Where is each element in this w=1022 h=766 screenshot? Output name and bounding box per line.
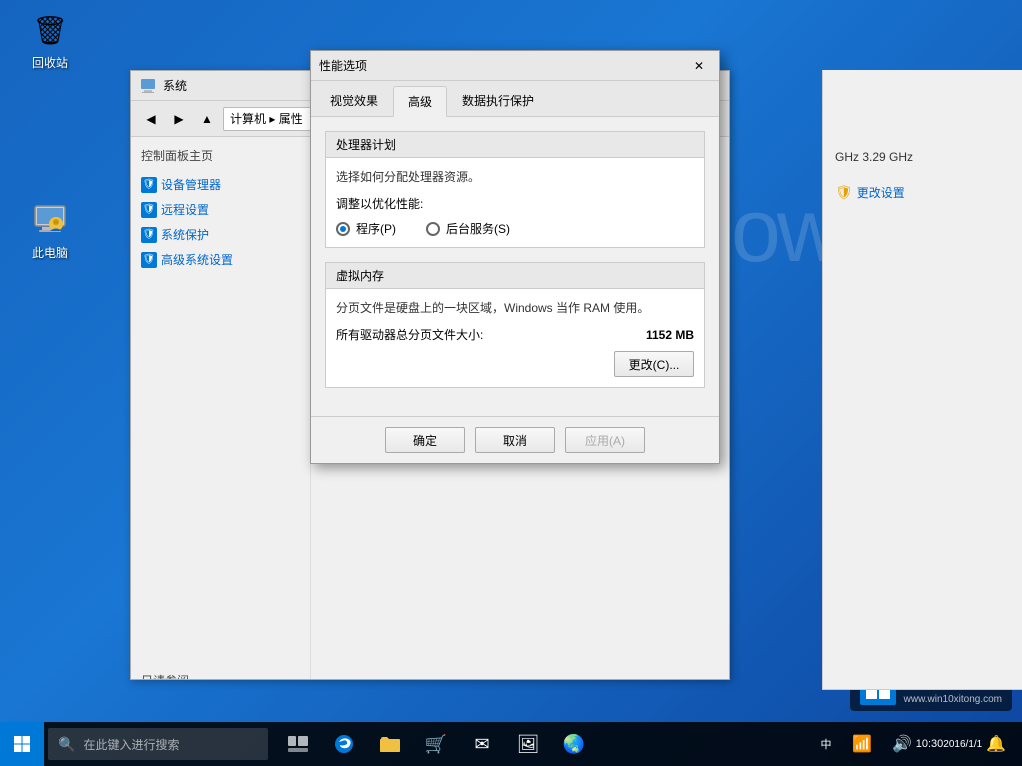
up-button[interactable]: ▲ — [195, 107, 219, 131]
shield-icon-2: 🛡 — [141, 227, 157, 243]
virtual-memory-section: 虚拟内存 分页文件是硬盘上的一块区域，Windows 当作 RAM 使用。 所有… — [325, 262, 705, 388]
desktop: ows 10 🗑 回收站 此电脑 GHz 3.29 GHz 🛡 更改设置 — [0, 0, 1022, 766]
tab-visual-effects[interactable]: 视觉效果 — [315, 85, 393, 116]
dialog-title-text: 性能选项 — [319, 57, 687, 74]
sidebar-link-protection[interactable]: 🛡 系统保护 — [141, 222, 300, 247]
sidebar-title: 控制面板主页 — [141, 147, 300, 164]
processor-desc: 选择如何分配处理器资源。 — [336, 168, 694, 185]
taskbar-notification[interactable]: 🔔 — [978, 722, 1014, 766]
dialog-close-button[interactable]: ✕ — [687, 56, 711, 76]
vm-size-row: 所有驱动器总分页文件大小: 1152 MB — [336, 326, 694, 343]
taskbar-extra[interactable]: 🌏 — [552, 722, 596, 766]
folder-icon — [380, 735, 400, 753]
recycle-bin-icon: 🗑 — [30, 10, 70, 50]
system-window-icon — [139, 77, 157, 95]
processor-sub-label: 调整以优化性能: — [336, 195, 694, 212]
sidebar-link-label-1: 远程设置 — [161, 201, 209, 218]
radio-programs[interactable]: 程序(P) — [336, 220, 396, 237]
vm-section-content: 分页文件是硬盘上的一块区域，Windows 当作 RAM 使用。 所有驱动器总分… — [326, 289, 704, 387]
dialog-tabs: 视觉效果 高级 数据执行保护 — [311, 81, 719, 117]
taskbar-icons: 🛒 ✉ 🖼 🌏 — [276, 722, 596, 766]
change-settings-label: 更改设置 — [857, 184, 905, 201]
back-button[interactable]: ◀ — [139, 107, 163, 131]
vm-section-header: 虚拟内存 — [326, 263, 704, 289]
address-text: 计算机 ▸ 属性 — [230, 110, 303, 127]
dialog-titlebar: 性能选项 ✕ — [311, 51, 719, 81]
cpu-info: GHz 3.29 GHz — [835, 150, 1010, 164]
taskbar-file-explorer[interactable] — [368, 722, 412, 766]
perf-dialog: 性能选项 ✕ 视觉效果 高级 数据执行保护 处理器计划 选择如何分配处理器资源。… — [310, 50, 720, 464]
clock-date: 2016/1/1 — [943, 738, 982, 751]
taskbar: 🔍 在此键入进行搜索 — [0, 722, 1022, 766]
processor-section-header: 处理器计划 — [326, 132, 704, 158]
taskbar-clock[interactable]: 10:30 2016/1/1 — [924, 722, 974, 766]
shield-icon: 🛡 — [835, 184, 853, 201]
system-info-panel: GHz 3.29 GHz 🛡 更改设置 — [822, 70, 1022, 690]
search-bar[interactable]: 🔍 在此键入进行搜索 — [48, 728, 268, 760]
apply-button[interactable]: 应用(A) — [565, 427, 645, 453]
radio-row: 程序(P) 后台服务(S) — [336, 220, 694, 237]
taskbar-photos[interactable]: 🖼 — [506, 722, 550, 766]
shield-icon-3: 🛡 — [141, 252, 157, 268]
sidebar-link-remote[interactable]: 🛡 远程设置 — [141, 197, 300, 222]
windows-logo-icon — [13, 735, 31, 753]
tab-advanced[interactable]: 高级 — [393, 86, 447, 117]
radio-programs-circle — [336, 222, 350, 236]
forward-button[interactable]: ▶ — [167, 107, 191, 131]
sidebar-link-label-2: 系统保护 — [161, 226, 209, 243]
taskbar-right: 中 📶 🔊 10:30 2016/1/1 🔔 — [812, 722, 1022, 766]
radio-background-label: 后台服务(S) — [446, 220, 510, 237]
radio-programs-label: 程序(P) — [356, 220, 396, 237]
this-pc-label: 此电脑 — [32, 244, 68, 261]
taskbar-network[interactable]: 📶 — [844, 722, 880, 766]
dialog-body: 处理器计划 选择如何分配处理器资源。 调整以优化性能: 程序(P) 后台服务(S… — [311, 117, 719, 416]
cancel-button[interactable]: 取消 — [475, 427, 555, 453]
change-vm-button[interactable]: 更改(C)... — [614, 351, 694, 377]
desktop-icon-this-pc[interactable]: 此电脑 — [15, 200, 85, 261]
window-sidebar: 控制面板主页 🛡 设备管理器 🛡 远程设置 🛡 系统保护 🛡 高级系统设置 — [131, 137, 311, 679]
radio-background-circle — [426, 222, 440, 236]
clock-time: 10:30 — [916, 737, 944, 751]
taskbar-edge-browser[interactable] — [322, 722, 366, 766]
sidebar-link-label-0: 设备管理器 — [161, 176, 221, 193]
recycle-bin-label: 回收站 — [32, 54, 68, 71]
change-settings-link[interactable]: 🛡 更改设置 — [835, 184, 1010, 201]
dialog-footer: 确定 取消 应用(A) — [311, 416, 719, 463]
taskbar-mail[interactable]: ✉ — [460, 722, 504, 766]
taskbar-volume[interactable]: 🔊 — [884, 722, 920, 766]
shield-icon-0: 🛡 — [141, 177, 157, 193]
desktop-icon-recycle-bin[interactable]: 🗑 回收站 — [15, 10, 85, 71]
task-view-icon — [288, 736, 308, 752]
processor-section-content: 选择如何分配处理器资源。 调整以优化性能: 程序(P) 后台服务(S) — [326, 158, 704, 247]
taskbar-task-view[interactable] — [276, 722, 320, 766]
taskbar-language[interactable]: 中 — [812, 722, 840, 766]
search-icon: 🔍 — [58, 736, 75, 753]
this-pc-icon — [30, 200, 70, 240]
tab-dep[interactable]: 数据执行保护 — [447, 85, 549, 116]
shield-icon-1: 🛡 — [141, 202, 157, 218]
win10-subtitle: www.win10xitong.com — [904, 694, 1002, 705]
ok-button[interactable]: 确定 — [385, 427, 465, 453]
vm-desc: 分页文件是硬盘上的一块区域，Windows 当作 RAM 使用。 — [336, 299, 694, 316]
sidebar-link-device-manager[interactable]: 🛡 设备管理器 — [141, 172, 300, 197]
start-button[interactable] — [0, 722, 44, 766]
sidebar-link-label-3: 高级系统设置 — [161, 251, 233, 268]
edge-icon — [334, 734, 354, 754]
processor-section: 处理器计划 选择如何分配处理器资源。 调整以优化性能: 程序(P) 后台服务(S… — [325, 131, 705, 248]
vm-value: 1152 MB — [646, 328, 694, 342]
see-also-title: 另请参阅 — [141, 672, 300, 679]
radio-background[interactable]: 后台服务(S) — [426, 220, 510, 237]
search-placeholder: 在此键入进行搜索 — [83, 736, 179, 753]
taskbar-store[interactable]: 🛒 — [414, 722, 458, 766]
sidebar-link-advanced[interactable]: 🛡 高级系统设置 — [141, 247, 300, 272]
vm-label: 所有驱动器总分页文件大小: — [336, 326, 483, 343]
